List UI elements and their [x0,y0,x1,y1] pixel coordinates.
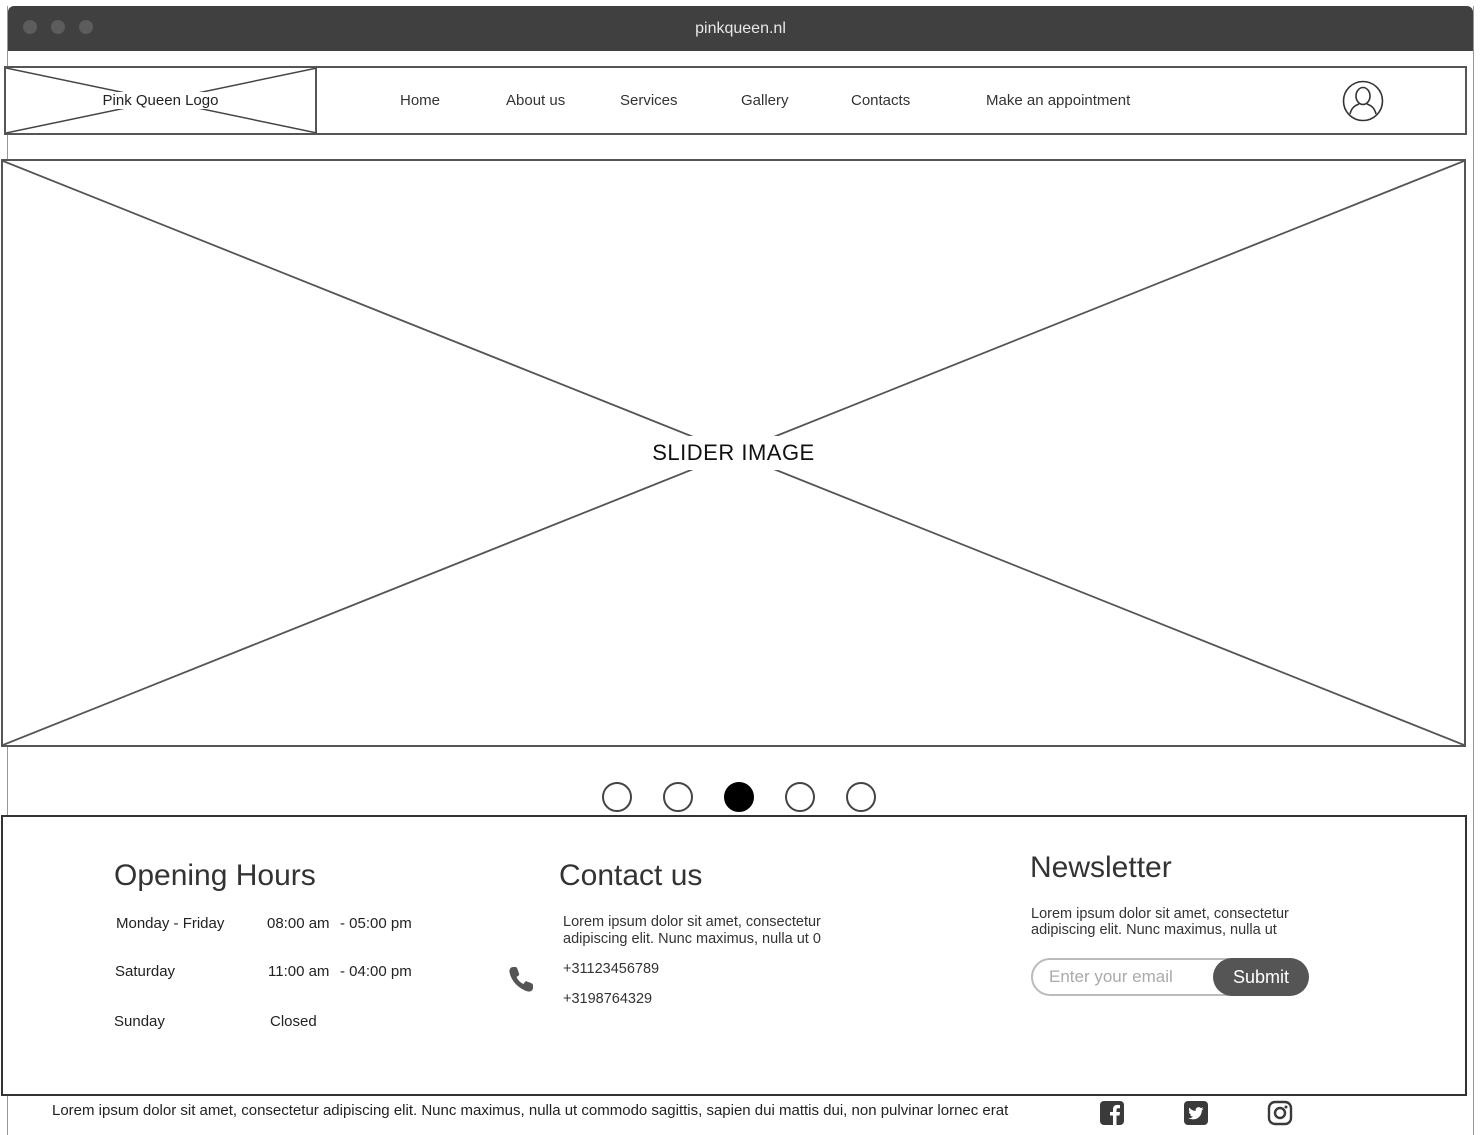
newsletter-text-line1: Lorem ipsum dolor sit amet, consectetur [1031,906,1289,922]
nav-make-appointment[interactable]: Make an appointment [986,68,1130,133]
slider-dot-4[interactable] [785,782,815,812]
slider-dot-5[interactable] [846,782,876,812]
hours-open-saturday: 11:00 am [268,963,330,980]
user-avatar-icon[interactable] [1342,80,1384,122]
slider-dot-3-active[interactable] [724,782,754,812]
hours-day-weekdays: Monday - Friday [116,915,225,932]
logo-label: Pink Queen Logo [100,92,221,109]
nav-about-us[interactable]: About us [506,68,565,133]
contact-text-line1: Lorem ipsum dolor sit amet, consectetur [563,914,821,930]
site-header: Pink Queen Logo Home About us Services G… [4,66,1467,135]
info-section: Opening Hours Monday - Friday 08:00 am -… [1,815,1467,1096]
nav-gallery[interactable]: Gallery [741,68,789,133]
hours-day-sunday: Sunday [114,1013,165,1030]
browser-titlebar: pinkqueen.nl [8,6,1473,51]
phone-number-2[interactable]: +3198764329 [563,991,652,1007]
newsletter-title: Newsletter [1030,851,1172,884]
slider-image-label: SLIDER IMAGE [644,436,823,470]
facebook-icon[interactable] [1099,1100,1125,1126]
opening-hours-title: Opening Hours [114,859,316,892]
hero-slider[interactable]: SLIDER IMAGE [1,159,1466,747]
instagram-icon[interactable] [1267,1100,1293,1126]
newsletter-form: Submit [1031,958,1309,996]
nav-contacts[interactable]: Contacts [851,68,910,133]
contact-us-title: Contact us [559,859,703,892]
hours-close-saturday: - 04:00 pm [340,963,412,980]
twitter-icon[interactable] [1183,1100,1209,1126]
nav-home[interactable]: Home [400,68,440,133]
hours-open-sunday: Closed [270,1013,317,1030]
hours-day-saturday: Saturday [115,963,176,980]
phone-icon [509,967,533,992]
newsletter-email-input[interactable] [1049,960,1209,994]
footer-text: Lorem ipsum dolor sit amet, consectetur … [52,1102,1009,1119]
contact-text-line2: adipiscing elit. Nunc maximus, nulla ut … [563,931,821,947]
hours-close-weekdays: - 05:00 pm [340,915,412,932]
newsletter-submit-button[interactable]: Submit [1213,958,1309,996]
hours-open-weekdays: 08:00 am [267,915,330,932]
slider-dot-2[interactable] [663,782,693,812]
slider-dot-1[interactable] [602,782,632,812]
phone-number-1[interactable]: +31123456789 [563,961,659,977]
browser-url-title: pinkqueen.nl [695,20,786,37]
nav-services[interactable]: Services [620,68,678,133]
logo-placeholder[interactable]: Pink Queen Logo [6,68,317,133]
newsletter-text-line2: adipiscing elit. Nunc maximus, nulla ut [1031,922,1277,938]
